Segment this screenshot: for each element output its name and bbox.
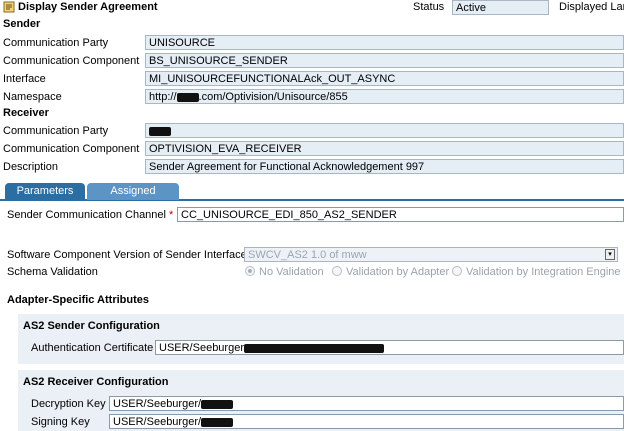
radio-label: Validation by Adapter — [346, 266, 450, 278]
page-title: Display Sender Agreement — [18, 1, 158, 13]
adapter-section-title: Adapter-Specific Attributes — [7, 294, 150, 306]
tab-assigned-users[interactable]: Assigned Users — [87, 183, 179, 214]
swcv-select[interactable]: SWCV_AS2 1.0 of mww ▾ — [244, 247, 618, 262]
channel-input[interactable]: CC_UNISOURCE_EDI_850_AS2_SENDER — [177, 207, 624, 222]
redaction-mark — [201, 399, 234, 409]
receiver-component-label: Communication Component — [3, 143, 140, 155]
receiver-section-title: Receiver — [3, 107, 49, 119]
radio-icon — [452, 266, 462, 277]
description-label: Description — [3, 161, 59, 173]
sender-section-title: Sender — [3, 18, 41, 30]
channel-label: Sender Communication Channel * — [7, 209, 173, 221]
radio-validation-by-integration-engine[interactable]: Validation by Integration Engine — [452, 266, 621, 278]
interface-field: MI_UNISOURCEFUNCTIONALAck_OUT_ASYNC — [145, 71, 624, 86]
dropdown-icon[interactable]: ▾ — [605, 249, 615, 260]
radio-icon — [332, 266, 342, 277]
namespace-field: http:// .com/Optivision/Unisource/855 — [145, 89, 624, 104]
auth-cert-input[interactable]: USER/Seeburger — [155, 340, 624, 355]
sender-component-label: Communication Component — [3, 55, 140, 67]
signing-key-input[interactable]: USER/Seeburger/ — [109, 414, 624, 429]
namespace-label: Namespace — [3, 91, 62, 103]
redaction-mark — [176, 92, 199, 102]
interface-label: Interface — [3, 73, 46, 85]
radio-label: Validation by Integration Engine — [466, 266, 621, 278]
schema-validation-label: Schema Validation — [7, 266, 98, 278]
swcv-label: Software Component Version of Sender Int… — [7, 249, 247, 261]
decryption-key-value: USER/Seeburger/ — [113, 398, 202, 410]
as2-receiver-title: AS2 Receiver Configuration — [23, 376, 169, 388]
swcv-value: SWCV_AS2 1.0 of mww — [248, 249, 367, 261]
description-field: Sender Agreement for Functional Acknowle… — [145, 159, 624, 174]
signing-key-value: USER/Seeburger/ — [113, 416, 202, 428]
decryption-key-input[interactable]: USER/Seeburger/ — [109, 396, 624, 411]
radio-validation-by-adapter[interactable]: Validation by Adapter — [332, 266, 449, 278]
required-marker: * — [169, 209, 174, 221]
signing-key-label: Signing Key — [31, 416, 90, 428]
auth-cert-label: Authentication Certificate — [31, 342, 154, 354]
namespace-prefix: http:// — [149, 91, 177, 103]
tab-parameters[interactable]: Parameters — [5, 183, 85, 200]
redaction-mark — [201, 417, 234, 427]
receiver-party-field — [145, 123, 624, 138]
namespace-suffix: .com/Optivision/Unisource/855 — [198, 91, 348, 103]
channel-label-text: Sender Communication Channel — [7, 209, 166, 221]
sender-party-label: Communication Party — [3, 37, 109, 49]
radio-selected-icon — [245, 266, 255, 277]
radio-no-validation[interactable]: No Validation — [245, 266, 324, 278]
radio-label: No Validation — [259, 266, 324, 278]
sender-party-field: UNISOURCE — [145, 35, 624, 50]
receiver-party-label: Communication Party — [3, 125, 109, 137]
as2-sender-title: AS2 Sender Configuration — [23, 320, 160, 332]
redaction-mark — [149, 126, 171, 136]
displayed-language-label: Displayed Lar — [559, 1, 624, 13]
decryption-key-label: Decryption Key — [31, 398, 106, 410]
status-label: Status — [413, 1, 445, 13]
receiver-component-field: OPTIVISION_EVA_RECEIVER — [145, 141, 624, 156]
app-icon — [3, 1, 16, 13]
auth-cert-value: USER/Seeburger — [159, 342, 244, 354]
sender-component-field: BS_UNISOURCE_SENDER — [145, 53, 624, 68]
redaction-mark — [244, 343, 384, 353]
status-field: Active — [452, 0, 549, 15]
